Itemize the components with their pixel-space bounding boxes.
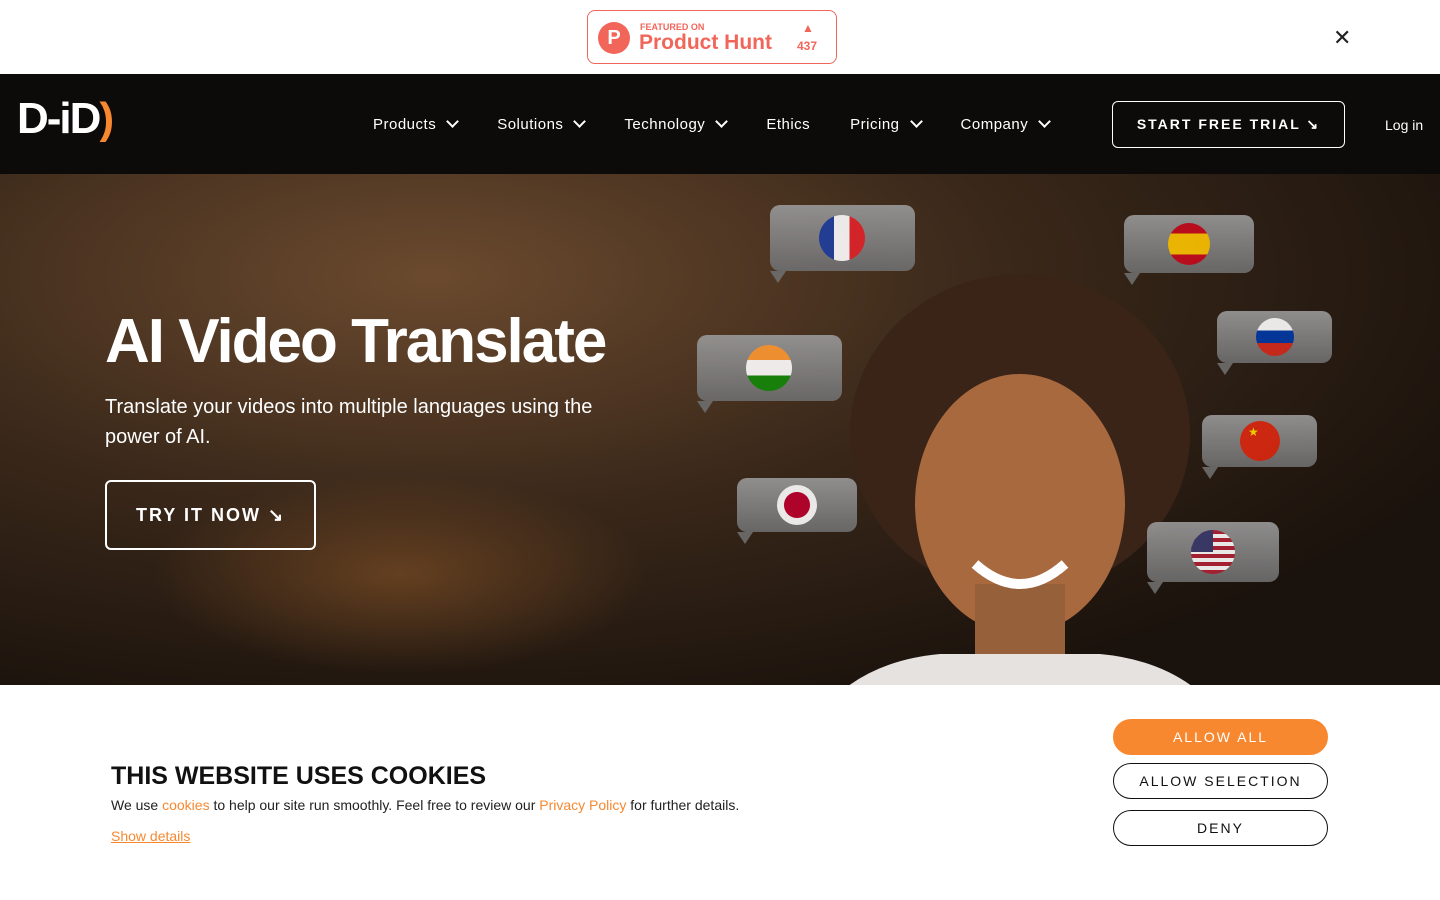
nav-item-label: Products <box>373 116 437 133</box>
japan-flag-icon <box>777 485 817 525</box>
nav-item-label: Ethics <box>766 116 811 133</box>
speech-bubble-french <box>770 205 915 283</box>
nav-item-label: Pricing <box>850 116 900 133</box>
nav-item-pricing[interactable]: Pricing <box>850 115 923 133</box>
chevron-down-icon <box>573 115 587 128</box>
allow-selection-button[interactable]: ALLOW SELECTION <box>1113 763 1328 799</box>
china-flag-icon: ★ <box>1240 421 1280 461</box>
nav-item-solutions[interactable]: Solutions <box>497 115 587 133</box>
upvote-icon: ▲ <box>802 21 814 35</box>
chevron-down-icon <box>446 115 460 128</box>
d-id-logo[interactable]: D-iD) <box>17 94 114 144</box>
close-icon[interactable]: ✕ <box>1333 25 1351 51</box>
cookie-title: THIS WEBSITE USES COOKIES <box>111 762 487 790</box>
nav-item-label: Solutions <box>497 116 564 133</box>
product-hunt-name: Product Hunt <box>639 31 772 54</box>
cookie-text-part: to help our site run smoothly. Feel free… <box>209 797 540 813</box>
speech-bubble-chinese: ★ <box>1202 415 1317 479</box>
usa-flag-icon <box>1191 530 1235 574</box>
speech-bubble-english <box>1147 522 1279 594</box>
hero-subtitle: Translate your videos into multiple lang… <box>105 396 593 448</box>
speech-bubble-hindi <box>697 335 842 413</box>
nav-item-technology[interactable]: Technology <box>624 115 729 133</box>
cookies-link[interactable]: cookies <box>162 797 209 813</box>
deny-button[interactable]: DENY <box>1113 810 1328 846</box>
nav-item-label: Technology <box>624 116 706 133</box>
france-flag-icon <box>819 215 865 261</box>
speech-bubble-russian <box>1217 311 1332 375</box>
spain-flag-icon <box>1168 223 1210 265</box>
product-hunt-badge[interactable]: P FEATURED ON Product Hunt ▲ 437 <box>587 10 837 64</box>
try-it-now-button[interactable]: TRY IT NOW ↘ <box>105 480 316 550</box>
woman-portrait <box>849 274 1191 685</box>
allow-all-button[interactable]: ALLOW ALL <box>1113 719 1328 755</box>
login-link[interactable]: Log in <box>1385 117 1423 133</box>
privacy-policy-link[interactable]: Privacy Policy <box>539 797 626 813</box>
nav-item-label: Company <box>960 116 1029 133</box>
nav-item-products[interactable]: Products <box>373 115 460 133</box>
hero-title: AI Video Translate <box>105 307 607 376</box>
cookie-text-part: We use <box>111 797 163 813</box>
start-free-trial-button[interactable]: START FREE TRIAL ↘ <box>1112 101 1345 148</box>
india-flag-icon <box>746 345 792 391</box>
hero: AI Video Translate Translate your videos… <box>0 174 1440 685</box>
chevron-down-icon <box>909 115 923 128</box>
product-hunt-logo-icon: P <box>598 22 630 54</box>
cookie-text: We use cookies to help our site run smoo… <box>111 797 739 813</box>
show-details-link[interactable]: Show details <box>111 828 190 844</box>
nav-item-ethics[interactable]: Ethics <box>766 116 810 133</box>
vote-count: 437 <box>797 39 818 53</box>
chevron-down-icon <box>1038 115 1052 128</box>
main-nav: D-iD) Products Solutions Technology Ethics P… <box>0 74 1440 174</box>
russia-flag-icon <box>1256 318 1294 356</box>
promo-bar: P FEATURED ON Product Hunt ▲ 437 ✕ <box>0 0 1440 74</box>
speech-bubble-spanish <box>1124 215 1254 285</box>
chevron-down-icon <box>715 115 729 128</box>
speech-bubble-japanese <box>737 478 857 544</box>
cookie-text-part: for further details. <box>626 797 740 813</box>
cookie-banner: THIS WEBSITE USES COOKIES We use cookies… <box>0 685 1440 900</box>
nav-item-company[interactable]: Company <box>960 115 1052 133</box>
